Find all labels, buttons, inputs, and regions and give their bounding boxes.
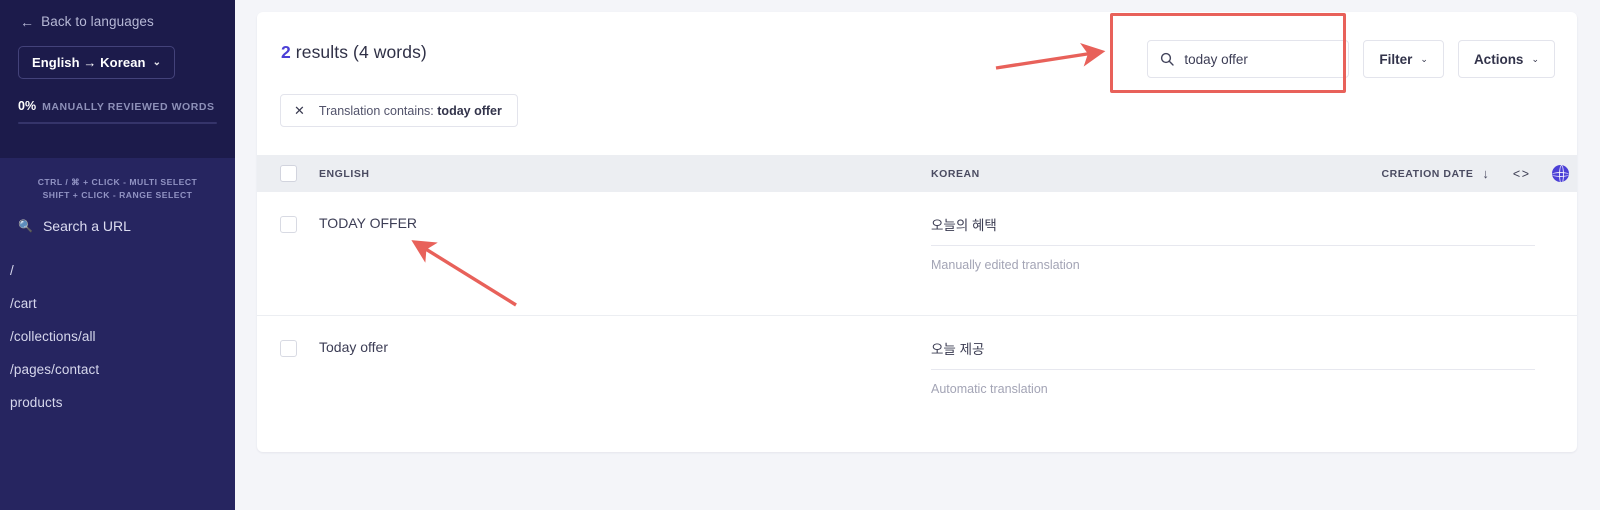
annotation-arrows — [411, 43, 1106, 307]
arrow-pointing-to-first-row — [411, 240, 517, 307]
app-root: ← Back to languages English → Korean ⌄ 0… — [0, 0, 1600, 510]
arrow-pointing-to-search — [995, 43, 1106, 70]
